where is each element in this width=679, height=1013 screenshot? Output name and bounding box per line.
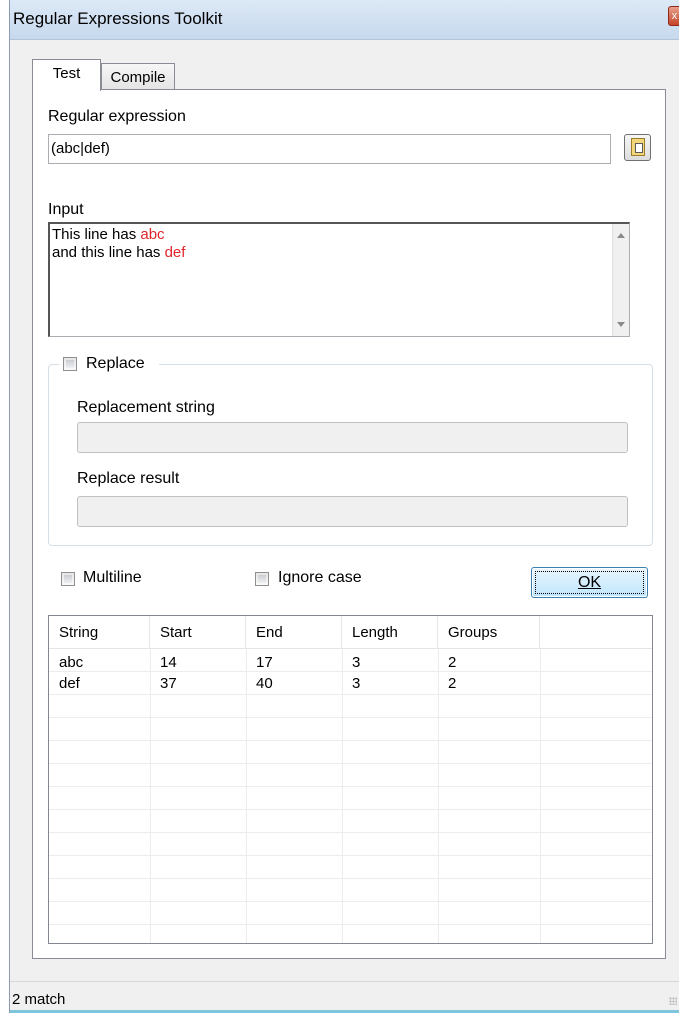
grid-hline bbox=[49, 740, 652, 741]
table-row[interactable]: abc 14 17 3 2 bbox=[49, 653, 652, 671]
status-text: 2 match bbox=[12, 991, 66, 1008]
replacement-string-input[interactable] bbox=[77, 422, 628, 453]
results-listview[interactable]: String Start End Length Groups abc 14 17… bbox=[48, 615, 653, 944]
grid-hline bbox=[49, 786, 652, 787]
tab-test-label: Test bbox=[52, 65, 81, 82]
paste-regex-button[interactable] bbox=[624, 134, 651, 161]
ok-button-label: OK bbox=[532, 574, 647, 592]
grid-hline bbox=[49, 671, 652, 672]
input-line: and this line has def bbox=[52, 244, 627, 262]
replace-checkbox[interactable] bbox=[63, 357, 77, 371]
replace-result-label: Replace result bbox=[77, 470, 180, 487]
grid-hline bbox=[49, 878, 652, 879]
input-label: Input bbox=[48, 201, 84, 218]
regex-toolkit-window: Regular Expressions Toolkit x Test Compi… bbox=[9, 0, 679, 1013]
tab-compile[interactable]: Compile bbox=[101, 63, 175, 90]
input-line-text: and this line has bbox=[52, 244, 165, 261]
grid-hline bbox=[49, 694, 652, 695]
column-header-groups[interactable]: Groups bbox=[438, 616, 540, 648]
multiline-checkbox[interactable] bbox=[61, 572, 75, 586]
input-scrollbar[interactable] bbox=[612, 224, 629, 336]
column-header-start[interactable]: Start bbox=[150, 616, 246, 648]
status-bar: 2 match bbox=[10, 981, 679, 1013]
cell-groups: 2 bbox=[448, 675, 457, 692]
cell-end: 17 bbox=[256, 654, 273, 671]
tab-compile-label: Compile bbox=[110, 69, 166, 86]
input-line-text: This line has bbox=[52, 226, 141, 243]
title-bar: Regular Expressions Toolkit x bbox=[10, 0, 679, 40]
grid-hline bbox=[49, 717, 652, 718]
cell-length: 3 bbox=[352, 675, 361, 692]
tab-strip: Test Compile bbox=[10, 40, 679, 91]
grid-hline bbox=[49, 855, 652, 856]
cell-end: 40 bbox=[256, 675, 273, 692]
cell-string: abc bbox=[59, 654, 84, 671]
grid-hline bbox=[49, 832, 652, 833]
table-row[interactable]: def 37 40 3 2 bbox=[49, 674, 652, 692]
ok-button[interactable]: OK bbox=[531, 567, 648, 598]
cell-string: def bbox=[59, 675, 80, 692]
close-button[interactable]: x bbox=[668, 6, 679, 26]
replacement-string-label: Replacement string bbox=[77, 399, 215, 416]
multiline-label: Multiline bbox=[83, 569, 142, 586]
input-line: This line has abc bbox=[52, 226, 627, 244]
input-textarea[interactable]: This line has abc and this line has def bbox=[48, 222, 630, 337]
cell-groups: 2 bbox=[448, 654, 457, 671]
resize-grip-icon[interactable] bbox=[669, 997, 677, 1005]
grid-hline bbox=[49, 901, 652, 902]
grid-hline bbox=[49, 924, 652, 925]
grid-hline bbox=[49, 809, 652, 810]
test-tab-panel: Regular expression (abc|def) Input This … bbox=[32, 89, 666, 959]
scroll-down-icon[interactable] bbox=[617, 322, 625, 327]
column-header-string[interactable]: String bbox=[49, 616, 150, 648]
match-highlight: abc bbox=[140, 226, 165, 243]
cell-length: 3 bbox=[352, 654, 361, 671]
column-header-length[interactable]: Length bbox=[342, 616, 438, 648]
ok-label-text: OK bbox=[577, 574, 602, 591]
regex-label: Regular expression bbox=[48, 108, 186, 125]
replace-groupbox: Replace Replacement string Replace resul… bbox=[48, 355, 653, 546]
regex-input[interactable]: (abc|def) bbox=[48, 134, 611, 164]
cell-start: 37 bbox=[160, 675, 177, 692]
results-header: String Start End Length Groups bbox=[49, 616, 652, 649]
close-icon: x bbox=[671, 10, 678, 22]
cell-start: 14 bbox=[160, 654, 177, 671]
replace-checkbox-label: Replace bbox=[86, 355, 145, 372]
replace-legend: Replace bbox=[59, 355, 159, 375]
clipboard-icon bbox=[631, 138, 645, 156]
match-highlight: def bbox=[164, 244, 186, 261]
replace-result-output bbox=[77, 496, 628, 527]
window-title: Regular Expressions Toolkit bbox=[13, 9, 223, 28]
grid-hline bbox=[49, 763, 652, 764]
ignore-case-label: Ignore case bbox=[278, 569, 362, 586]
column-header-end[interactable]: End bbox=[246, 616, 342, 648]
ignore-case-checkbox[interactable] bbox=[255, 572, 269, 586]
scroll-up-icon[interactable] bbox=[617, 233, 625, 238]
tab-test[interactable]: Test bbox=[32, 59, 101, 91]
